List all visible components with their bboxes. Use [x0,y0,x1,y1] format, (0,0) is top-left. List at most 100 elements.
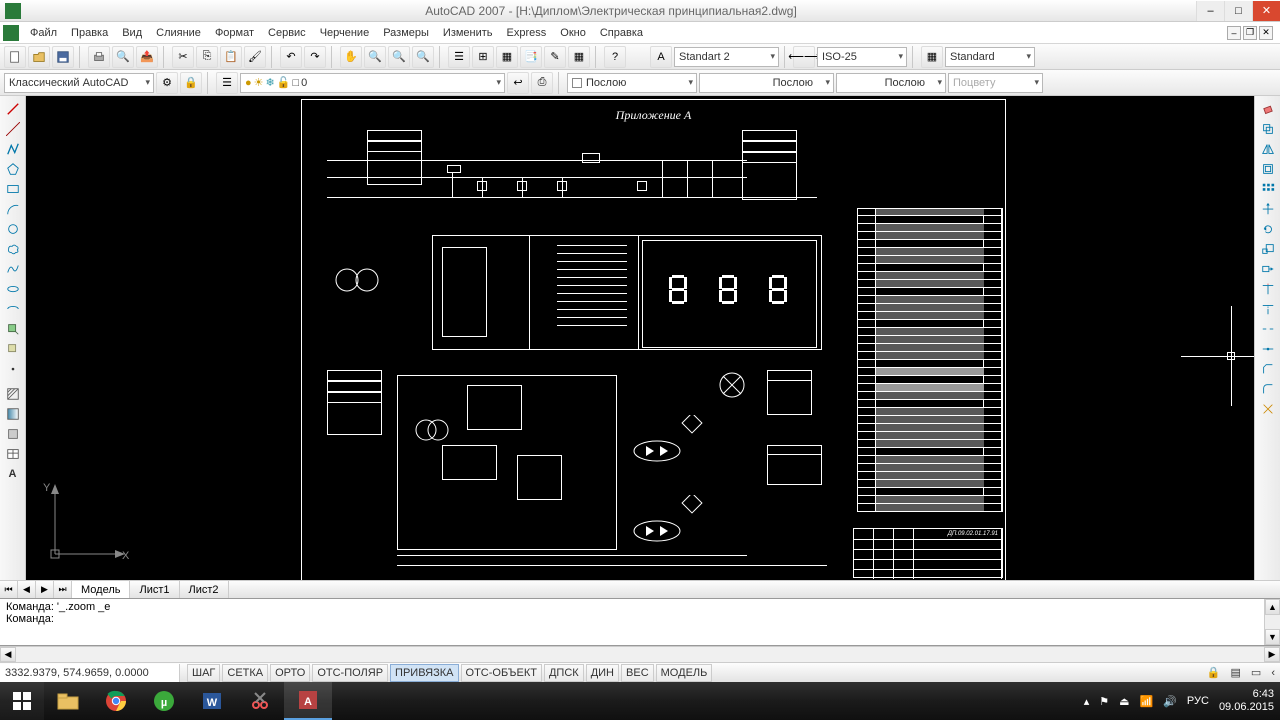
taskbar-chrome-icon[interactable] [92,682,140,720]
properties-button[interactable]: ☰ [448,46,470,68]
workspace-settings-button[interactable]: ⚙ [156,72,178,94]
calc-button[interactable]: ▦ [568,46,590,68]
tab-model[interactable]: Модель [72,581,130,598]
toolpalette-button[interactable]: ▦ [496,46,518,68]
trim-tool[interactable] [1257,279,1279,298]
status-lock-icon[interactable]: 🔒 [1203,664,1225,682]
menu-format[interactable]: Формат [208,25,261,41]
undo-button[interactable]: ↶ [280,46,302,68]
zoom-previous-button[interactable]: 🔍 [412,46,434,68]
print-button[interactable] [88,46,110,68]
designcenter-button[interactable]: ⊞ [472,46,494,68]
spline-tool[interactable] [2,259,24,278]
circle-tool[interactable] [2,219,24,238]
tab-first-button[interactable]: ⏮ [0,581,18,598]
polyline-tool[interactable] [2,139,24,158]
polar-toggle[interactable]: ОТС-ПОЛЯР [312,664,388,682]
status-annotation-icon[interactable]: ▤ [1227,664,1245,682]
close-button[interactable]: ✕ [1252,1,1280,21]
lwt-toggle[interactable]: ВЕС [621,664,654,682]
menu-insert[interactable]: Слияние [149,25,208,41]
tab-prev-button[interactable]: ◀ [18,581,36,598]
layer-states-button[interactable]: ⎙ [531,72,553,94]
table-tool[interactable] [2,444,24,463]
coordinates-readout[interactable]: 3332.9379, 574.9659, 0.0000 [0,664,180,682]
menu-draw[interactable]: Черчение [313,25,377,41]
tray-language[interactable]: РУС [1187,695,1209,707]
mtext-tool[interactable]: A [2,464,24,483]
mdi-close-button[interactable]: ✕ [1259,26,1273,40]
chamfer-tool[interactable] [1257,359,1279,378]
region-tool[interactable] [2,424,24,443]
osnap-toggle[interactable]: ПРИВЯЗКА [390,664,458,682]
make-block-tool[interactable] [2,339,24,358]
table-style-dropdown[interactable]: Standard [945,47,1035,67]
break-tool[interactable] [1257,319,1279,338]
tray-removedrive-icon[interactable]: ⏏ [1119,695,1129,708]
taskbar-explorer-icon[interactable] [44,682,92,720]
start-button[interactable] [0,682,44,720]
extend-tool[interactable] [1257,299,1279,318]
layer-dropdown[interactable]: ●☀❄🔓□0 [240,73,505,93]
help-button[interactable]: ? [604,46,626,68]
ducs-toggle[interactable]: ДПСК [544,664,584,682]
dim-style-dropdown[interactable]: ISO-25 [817,47,907,67]
erase-tool[interactable] [1257,99,1279,118]
menu-file[interactable]: Файл [23,25,64,41]
insert-block-tool[interactable] [2,319,24,338]
tab-layout2[interactable]: Лист2 [180,581,229,598]
taskbar-utorrent-icon[interactable]: µ [140,682,188,720]
scale-tool[interactable] [1257,239,1279,258]
offset-tool[interactable] [1257,159,1279,178]
menu-help[interactable]: Справка [593,25,650,41]
cut-button[interactable]: ✂ [172,46,194,68]
move-tool[interactable] [1257,199,1279,218]
point-tool[interactable] [2,359,24,378]
mirror-tool[interactable] [1257,139,1279,158]
command-scrollbar[interactable]: ▲▼ [1264,599,1280,645]
menu-modify[interactable]: Изменить [436,25,500,41]
tray-clock[interactable]: 6:43 09.06.2015 [1219,688,1274,713]
markup-button[interactable]: ✎ [544,46,566,68]
tablestyle-icon[interactable]: ▦ [921,46,943,68]
new-button[interactable] [4,46,26,68]
save-button[interactable] [52,46,74,68]
stretch-tool[interactable] [1257,259,1279,278]
publish-button[interactable]: 📤 [136,46,158,68]
snap-toggle[interactable]: ШАГ [187,664,220,682]
drawing-canvas[interactable]: Приложение А [26,96,1254,580]
polygon-tool[interactable] [2,159,24,178]
ellipse-tool[interactable] [2,279,24,298]
taskbar-autocad-icon[interactable]: A [284,682,332,720]
tab-last-button[interactable]: ⏭ [54,581,72,598]
tray-volume-icon[interactable]: 🔊 [1163,695,1177,708]
sheetset-button[interactable]: 📑 [520,46,542,68]
command-window[interactable]: Команда: '_.zoom _e Команда: ▲▼ [0,598,1280,646]
maximize-button[interactable]: □ [1224,1,1252,21]
zoom-realtime-button[interactable]: 🔍 [364,46,386,68]
taskbar-snipping-icon[interactable] [236,682,284,720]
gradient-tool[interactable] [2,404,24,423]
layer-previous-button[interactable]: ↩ [507,72,529,94]
copy-tool[interactable] [1257,119,1279,138]
workspace-save-button[interactable]: 🔒 [180,72,202,94]
tab-next-button[interactable]: ▶ [36,581,54,598]
taskbar-word-icon[interactable]: W [188,682,236,720]
ortho-toggle[interactable]: ОРТО [270,664,310,682]
open-button[interactable] [28,46,50,68]
model-toggle[interactable]: МОДЕЛЬ [656,664,713,682]
status-tray-chevron-icon[interactable]: ‹ [1267,664,1279,682]
array-tool[interactable] [1257,179,1279,198]
text-style-dropdown[interactable]: Standart 2 [674,47,779,67]
mdi-minimize-button[interactable]: – [1227,26,1241,40]
plot-preview-button[interactable]: 🔍 [112,46,134,68]
grid-toggle[interactable]: СЕТКА [222,664,268,682]
color-dropdown[interactable]: Послою [567,73,697,93]
dyn-toggle[interactable]: ДИН [586,664,619,682]
menu-edit[interactable]: Правка [64,25,115,41]
dimstyle-icon[interactable]: ⟵⟶ [793,46,815,68]
rotate-tool[interactable] [1257,219,1279,238]
tray-show-hidden-icon[interactable]: ▴ [1084,695,1090,708]
revcloud-tool[interactable] [2,239,24,258]
hatch-tool[interactable] [2,384,24,403]
